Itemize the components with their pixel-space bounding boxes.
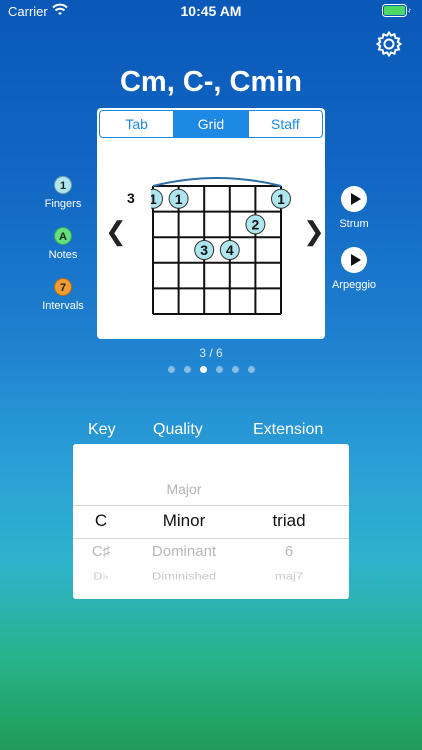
svg-text:2: 2	[252, 216, 260, 232]
fingers-badge: 1	[54, 176, 72, 194]
arpeggio-label: Arpeggio	[331, 279, 377, 291]
svg-text:3: 3	[200, 242, 208, 258]
finger-dot: 1	[168, 188, 189, 209]
status-time: 10:45 AM	[180, 3, 242, 19]
picker-row-below-2[interactable]: D♭ Diminished maj7	[73, 570, 349, 592]
next-voicing-arrow[interactable]: ❯	[303, 216, 325, 247]
tab-staff[interactable]: Staff	[249, 111, 322, 137]
strum-control[interactable]: Strum	[334, 186, 374, 230]
key-header: Key	[88, 421, 116, 438]
notes-label: Notes	[48, 249, 78, 261]
intervals-badge: 7	[54, 278, 72, 296]
legend-notes[interactable]: A Notes	[28, 227, 98, 261]
svg-text:1: 1	[175, 191, 183, 207]
page-dot[interactable]	[247, 366, 255, 373]
chord-title: Cm, C-, Cmin	[119, 66, 303, 98]
finger-dot: 3	[194, 240, 215, 260]
fingers-label: Fingers	[44, 198, 82, 210]
picker-key-selected[interactable]: C	[73, 511, 129, 531]
barre-arc	[152, 177, 282, 187]
battery-icon	[382, 4, 411, 17]
picker-extension-below-1[interactable]: 6	[239, 543, 339, 560]
view-segmented-control: Tab Grid Staff	[99, 110, 323, 138]
previous-voicing-arrow[interactable]: ❮	[105, 216, 127, 247]
page-dot[interactable]	[183, 366, 191, 373]
svg-text:1: 1	[151, 191, 157, 207]
finger-dot: 1	[151, 188, 163, 209]
legend-fingers[interactable]: 1 Fingers	[28, 176, 98, 210]
finger-dot: 4	[219, 240, 240, 260]
finger-dot: 2	[245, 214, 266, 235]
arpeggio-control[interactable]: Arpeggio	[332, 247, 376, 291]
page-dot[interactable]	[215, 366, 223, 373]
picker-key-below-2[interactable]: D♭	[73, 570, 129, 583]
picker-quality-below-1[interactable]: Dominant	[129, 543, 239, 560]
settings-gear-icon[interactable]	[375, 30, 403, 58]
tab-tab[interactable]: Tab	[100, 111, 175, 137]
fret-number: 3	[127, 190, 135, 206]
legend-intervals[interactable]: 7 Intervals	[28, 278, 98, 312]
svg-text:4: 4	[226, 242, 234, 258]
extension-header: Extension	[253, 421, 324, 438]
chord-card: Tab Grid Staff ❮ ❯ 1 1 1 2 3 4 3	[97, 108, 325, 339]
tab-grid[interactable]: Grid	[174, 111, 249, 137]
status-bar: Carrier 10:45 AM	[0, 0, 422, 22]
chord-picker[interactable]: Major C Minor triad C♯ Dominant 6 D♭ Dim…	[73, 444, 349, 599]
voicing-page-count: 3 / 6	[199, 346, 223, 360]
picker-quality-selected[interactable]: Minor	[129, 511, 239, 531]
arpeggio-play-icon[interactable]	[341, 247, 367, 273]
picker-key-below-1[interactable]: C♯	[73, 543, 129, 560]
picker-quality-above[interactable]: Major	[129, 481, 239, 497]
intervals-label: Intervals	[42, 300, 84, 312]
chord-grid: 1 1 1 2 3 4	[151, 177, 291, 315]
strum-label: Strum	[339, 218, 369, 230]
picker-extension-selected[interactable]: triad	[239, 511, 339, 531]
page-dot[interactable]	[199, 366, 207, 373]
page-dot[interactable]	[167, 366, 175, 373]
picker-row-selected[interactable]: C Minor triad	[73, 511, 349, 539]
strum-play-icon[interactable]	[341, 186, 367, 212]
picker-extension-below-2[interactable]: maj7	[239, 570, 339, 582]
quality-header: Quality	[153, 421, 203, 438]
page-dot[interactable]	[231, 366, 239, 373]
finger-dot: 1	[271, 188, 291, 209]
page-dots[interactable]	[0, 366, 422, 373]
picker-quality-below-2[interactable]: Diminished	[129, 570, 239, 582]
picker-row-below-1[interactable]: C♯ Dominant 6	[73, 543, 349, 571]
selection-line-top	[73, 505, 349, 506]
selection-line-bottom	[73, 538, 349, 539]
svg-text:1: 1	[277, 191, 285, 207]
notes-badge: A	[54, 227, 72, 245]
